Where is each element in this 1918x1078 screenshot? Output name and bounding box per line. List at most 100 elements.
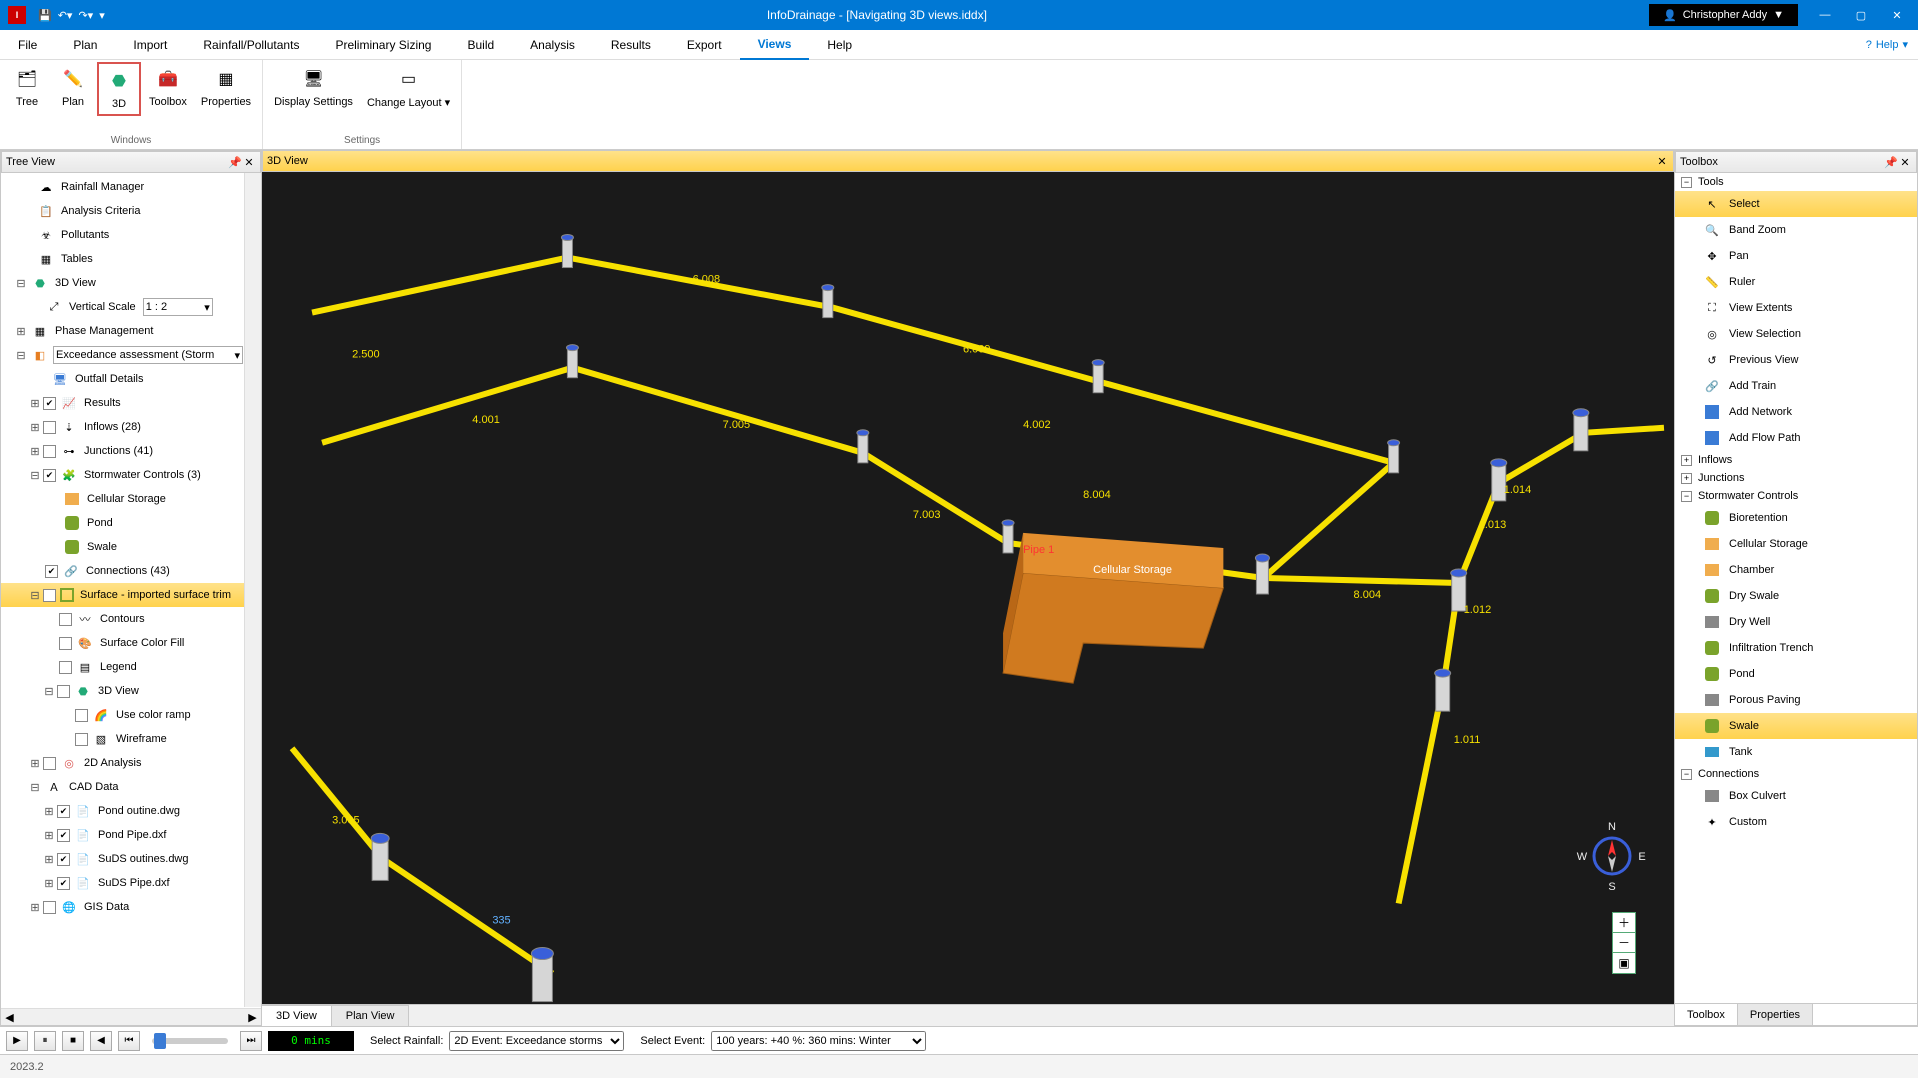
collapse-icon[interactable]: ⊟ <box>29 781 41 794</box>
3d-viewport[interactable]: Cellular Storage <box>262 172 1674 1004</box>
expand-icon[interactable]: ⊞ <box>15 325 27 338</box>
checkbox[interactable] <box>43 445 56 458</box>
pin-icon[interactable]: 📌 <box>228 156 242 169</box>
close-icon[interactable]: ✕ <box>1898 156 1912 169</box>
checkbox[interactable] <box>57 877 70 890</box>
checkbox[interactable] <box>43 589 56 602</box>
menu-results[interactable]: Results <box>593 30 669 60</box>
tree-horizontal-scrollbar[interactable]: ◀▶ <box>1 1008 261 1025</box>
select-event-dropdown[interactable]: 100 years: +40 %: 360 mins: Winter <box>711 1031 926 1051</box>
select-rainfall-dropdown[interactable]: 2D Event: Exceedance storms <box>449 1031 624 1051</box>
tree-analysis-criteria[interactable]: 📋Analysis Criteria <box>1 199 261 223</box>
tool-view-selection[interactable]: ◎View Selection <box>1675 321 1917 347</box>
expand-icon[interactable]: + <box>1681 473 1692 484</box>
tool-band-zoom[interactable]: 🔍Band Zoom <box>1675 217 1917 243</box>
pause-button[interactable]: ⏸ <box>34 1031 56 1051</box>
checkbox[interactable] <box>43 421 56 434</box>
tree-pond-outline[interactable]: ⊞📄Pond outine.dwg <box>1 799 261 823</box>
checkbox[interactable] <box>59 637 72 650</box>
swc-infiltration-trench[interactable]: Infiltration Trench <box>1675 635 1917 661</box>
toolbox-header[interactable]: Toolbox 📌 ✕ <box>1675 151 1917 173</box>
tree-wireframe[interactable]: ▧Wireframe <box>1 727 261 751</box>
tool-select[interactable]: ↖Select <box>1675 191 1917 217</box>
swc-chamber[interactable]: Chamber <box>1675 557 1917 583</box>
menu-import[interactable]: Import <box>115 30 185 60</box>
checkbox[interactable] <box>59 661 72 674</box>
checkbox[interactable] <box>43 469 56 482</box>
tree-surface[interactable]: ⊟Surface - imported surface trim <box>1 583 261 607</box>
expand-icon[interactable]: + <box>1681 455 1692 466</box>
zoom-out-button[interactable]: － <box>1613 933 1635 953</box>
undo-icon[interactable]: ↶▾ <box>58 9 73 22</box>
expand-icon[interactable]: ⊞ <box>43 877 55 890</box>
tree-pond-pipe[interactable]: ⊞📄Pond Pipe.dxf <box>1 823 261 847</box>
stop-button[interactable]: ■ <box>62 1031 84 1051</box>
toolbox-group-swc[interactable]: −Stormwater Controls <box>1675 487 1917 505</box>
zoom-in-button[interactable]: ＋ <box>1613 913 1635 933</box>
tree-stormwater-controls[interactable]: ⊟🧩Stormwater Controls (3) <box>1 463 261 487</box>
tree-2d-analysis[interactable]: ⊞◎2D Analysis <box>1 751 261 775</box>
collapse-icon[interactable]: ⊟ <box>15 277 27 290</box>
toolbox-group-connections[interactable]: −Connections <box>1675 765 1917 783</box>
swc-dry-well[interactable]: Dry Well <box>1675 609 1917 635</box>
swc-dry-swale[interactable]: Dry Swale <box>1675 583 1917 609</box>
3d-view-header[interactable]: 3D View ✕ <box>262 150 1674 172</box>
menu-help[interactable]: Help <box>809 30 870 60</box>
minimize-button[interactable]: — <box>1808 2 1842 28</box>
redo-icon[interactable]: ↷▾ <box>78 9 93 22</box>
checkbox[interactable] <box>43 757 56 770</box>
collapse-icon[interactable]: ⊟ <box>15 349 27 362</box>
checkbox[interactable] <box>57 805 70 818</box>
expand-icon[interactable]: ⊞ <box>29 421 41 434</box>
tab-toolbox[interactable]: Toolbox <box>1675 1004 1738 1025</box>
tab-plan-view[interactable]: Plan View <box>332 1005 410 1026</box>
vertical-scale-combo[interactable]: 1 : 2▾ <box>143 298 213 316</box>
tool-view-extents[interactable]: ⛶View Extents <box>1675 295 1917 321</box>
tree-gis-data[interactable]: ⊞🌐GIS Data <box>1 895 261 919</box>
menu-analysis[interactable]: Analysis <box>512 30 593 60</box>
menu-preliminary-sizing[interactable]: Preliminary Sizing <box>317 30 449 60</box>
tree-legend[interactable]: ▤Legend <box>1 655 261 679</box>
tool-ruler[interactable]: 📏Ruler <box>1675 269 1917 295</box>
time-slider[interactable] <box>152 1038 228 1044</box>
collapse-icon[interactable]: − <box>1681 491 1692 502</box>
help-button[interactable]: ? Help ▾ <box>1866 38 1908 51</box>
expand-icon[interactable]: ⊞ <box>43 853 55 866</box>
tree-phase-management[interactable]: ⊞▦Phase Management <box>1 319 261 343</box>
compass[interactable]: N E S W <box>1574 818 1650 894</box>
menu-views[interactable]: Views <box>740 30 810 60</box>
skip-start-button[interactable]: ⏮ <box>118 1031 140 1051</box>
step-back-button[interactable]: ◀ <box>90 1031 112 1051</box>
checkbox[interactable] <box>57 829 70 842</box>
menu-file[interactable]: File <box>0 30 55 60</box>
tree-results[interactable]: ⊞📈Results <box>1 391 261 415</box>
tree-tables[interactable]: ▦Tables <box>1 247 261 271</box>
slider-thumb[interactable] <box>154 1033 166 1049</box>
checkbox[interactable] <box>45 565 58 578</box>
ribbon-tree-button[interactable]: 🗂Tree <box>5 62 49 112</box>
toolbox-group-inflows[interactable]: +Inflows <box>1675 451 1917 469</box>
tree-pond[interactable]: Pond <box>1 511 261 535</box>
tree-surface-color-fill[interactable]: 🎨Surface Color Fill <box>1 631 261 655</box>
tree-swale[interactable]: Swale <box>1 535 261 559</box>
zoom-extents-button[interactable]: ▣ <box>1613 953 1635 973</box>
tree-contours[interactable]: 〰Contours <box>1 607 261 631</box>
checkbox[interactable] <box>57 685 70 698</box>
ribbon-3d-button[interactable]: ⬣3D <box>97 62 141 116</box>
tool-pan[interactable]: ✥Pan <box>1675 243 1917 269</box>
ribbon-properties-button[interactable]: ▦Properties <box>195 62 257 112</box>
tab-properties[interactable]: Properties <box>1738 1004 1813 1025</box>
tree-use-color-ramp[interactable]: 🌈Use color ramp <box>1 703 261 727</box>
collapse-icon[interactable]: − <box>1681 177 1692 188</box>
collapse-icon[interactable]: ⊟ <box>29 469 41 482</box>
tree-cad-data[interactable]: ⊟ＡCAD Data <box>1 775 261 799</box>
menu-build[interactable]: Build <box>449 30 512 60</box>
tree-3d-view[interactable]: ⊟⬣3D View <box>1 271 261 295</box>
swc-porous-paving[interactable]: Porous Paving <box>1675 687 1917 713</box>
tool-add-network[interactable]: Add Network <box>1675 399 1917 425</box>
tree-view-header[interactable]: Tree View 📌 ✕ <box>1 151 261 173</box>
swc-bioretention[interactable]: Bioretention <box>1675 505 1917 531</box>
checkbox[interactable] <box>57 853 70 866</box>
close-icon[interactable]: ✕ <box>242 156 256 169</box>
checkbox[interactable] <box>43 901 56 914</box>
